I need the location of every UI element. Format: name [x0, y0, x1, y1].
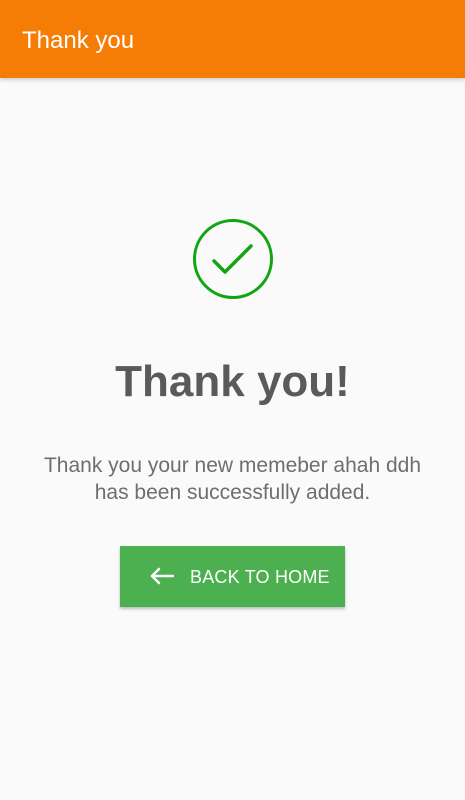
check-circle-icon: [193, 219, 273, 299]
arrow-left-icon: [150, 567, 174, 585]
app-toolbar: Thank you: [0, 0, 465, 78]
thank-you-heading: Thank you!: [115, 357, 350, 406]
success-message: Thank you your new memeber ahah ddh has …: [43, 454, 422, 504]
thank-you-screen: Thank you Thank you! Thank you your new …: [0, 0, 465, 800]
back-to-home-label: BACK TO HOME: [190, 567, 330, 587]
back-to-home-button[interactable]: BACK TO HOME: [120, 546, 345, 607]
toolbar-title: Thank you: [22, 27, 135, 54]
